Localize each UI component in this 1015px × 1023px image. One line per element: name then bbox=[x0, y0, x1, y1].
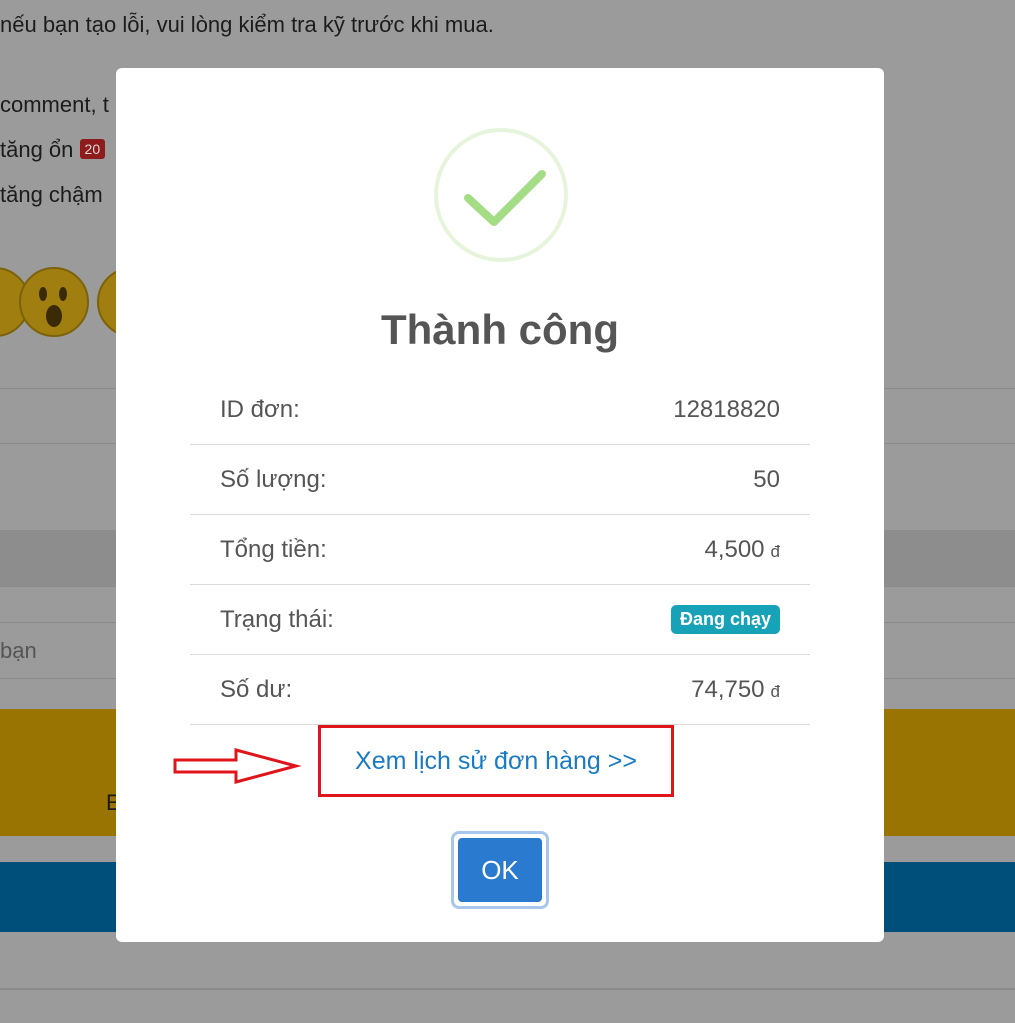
wow-emoji-icon bbox=[19, 267, 89, 337]
currency-symbol: đ bbox=[770, 541, 780, 561]
balance-row: Số dư: 74,750 đ bbox=[190, 655, 810, 725]
red-arrow-icon bbox=[173, 748, 302, 784]
order-id-row: ID đơn: 12818820 bbox=[190, 375, 810, 445]
divider bbox=[0, 988, 1015, 990]
ok-button-focus-ring: OK bbox=[451, 831, 549, 909]
ok-button[interactable]: OK bbox=[458, 838, 542, 902]
option-badge: 20 bbox=[79, 139, 106, 160]
total-label: Tổng tiền: bbox=[220, 535, 327, 563]
balance-value: 74,750 bbox=[691, 675, 765, 703]
order-summary-table: ID đơn: 12818820 Số lượng: 50 Tổng tiền:… bbox=[190, 375, 810, 725]
dialog-title: Thành công bbox=[381, 306, 619, 353]
quantity-label: Số lượng: bbox=[220, 465, 327, 493]
status-badge: Đang chạy bbox=[670, 605, 780, 634]
balance-label: Số dư: bbox=[220, 675, 293, 703]
checkmark-icon bbox=[434, 128, 568, 262]
quantity-value: 50 bbox=[753, 465, 780, 493]
note-input-placeholder: bạn bbox=[0, 638, 37, 663]
order-history-link[interactable]: Xem lịch sử đơn hàng >> bbox=[355, 747, 637, 776]
total-row: Tổng tiền: 4,500 đ bbox=[190, 515, 810, 585]
notice-text-2: comment, t bbox=[0, 92, 109, 117]
status-row: Trạng thái: Đang chạy bbox=[190, 585, 810, 655]
balance-value-wrap: 74,750 đ bbox=[691, 676, 780, 704]
notice-text: nếu bạn tạo lỗi, vui lòng kiểm tra kỹ tr… bbox=[0, 12, 494, 37]
option-stable: tăng ổn 20 bbox=[0, 137, 106, 163]
quantity-row: Số lượng: 50 bbox=[190, 445, 810, 515]
total-value-wrap: 4,500 đ bbox=[704, 536, 780, 564]
option-slow: tăng chậm bbox=[0, 182, 103, 207]
status-label: Trạng thái: bbox=[220, 605, 334, 633]
total-value: 4,500 bbox=[704, 535, 765, 563]
order-id-label: ID đơn: bbox=[220, 395, 300, 423]
option-stable-label: tăng ổn bbox=[0, 137, 74, 162]
success-dialog: Thành công ID đơn: 12818820 Số lượng: 50… bbox=[116, 68, 884, 942]
history-link-highlight: Xem lịch sử đơn hàng >> bbox=[318, 725, 674, 797]
currency-symbol: đ bbox=[770, 681, 780, 701]
order-id-value: 12818820 bbox=[673, 395, 780, 423]
